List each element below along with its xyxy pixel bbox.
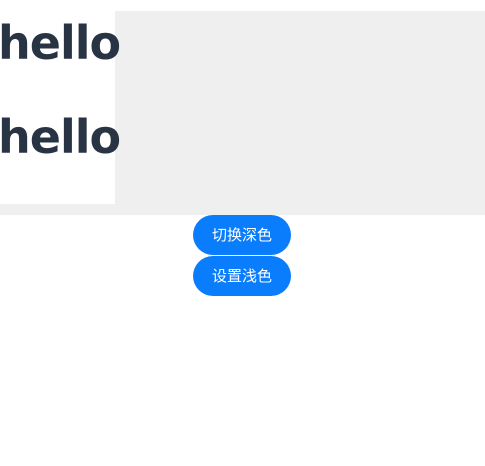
hello-text-1: hello [0, 16, 121, 70]
hello-text-2: hello [0, 110, 121, 164]
set-light-button[interactable]: 设置浅色 [193, 256, 291, 296]
app-stage: hello hello 切换深色 设置浅色 [0, 0, 485, 466]
text-block: hello hello [0, 11, 121, 204]
preview-panel: hello hello [0, 11, 485, 215]
switch-dark-button[interactable]: 切换深色 [193, 215, 291, 255]
